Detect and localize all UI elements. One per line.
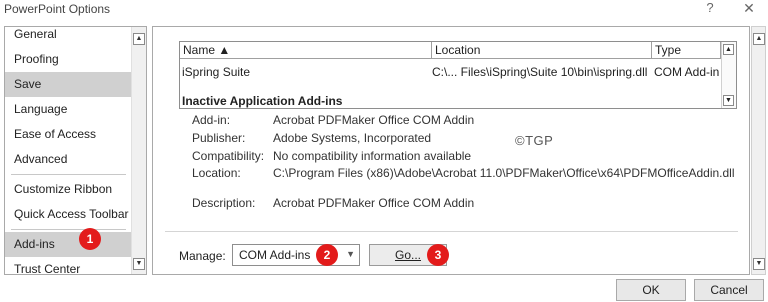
compatibility-label: Compatibility: xyxy=(192,149,265,163)
sidebar-item-trust-center[interactable]: Trust Center xyxy=(5,257,132,274)
scroll-down-icon[interactable]: ▼ xyxy=(753,258,765,270)
publisher-label: Publisher: xyxy=(192,131,246,145)
table-row[interactable]: iSpring Suite C:\... Files\iSpring\Suite… xyxy=(180,63,721,81)
category-sidebar: General Proofing Save Language Ease of A… xyxy=(4,26,147,275)
location-label: Location: xyxy=(192,166,241,180)
sidebar-scrollbar[interactable]: ▲ ▼ xyxy=(131,27,146,274)
step-badge-3: 3 xyxy=(427,244,449,266)
category-list: General Proofing Save Language Ease of A… xyxy=(5,27,132,274)
step-badge-1: 1 xyxy=(79,228,101,250)
addin-name: iSpring Suite xyxy=(182,65,251,79)
sidebar-item-advanced[interactable]: Advanced xyxy=(5,147,132,172)
watermark: ©TGP xyxy=(515,133,554,148)
manage-label: Manage: xyxy=(179,249,226,263)
help-button[interactable]: ? xyxy=(703,0,717,18)
sidebar-divider xyxy=(11,174,126,175)
sidebar-item-general[interactable]: General xyxy=(5,27,132,47)
close-button[interactable]: ✕ xyxy=(741,0,757,18)
description-value: Acrobat PDFMaker Office COM Addin xyxy=(273,196,475,210)
description-label: Description: xyxy=(192,196,256,210)
sidebar-divider xyxy=(11,229,126,230)
column-header-name[interactable]: Name ▲ xyxy=(180,42,432,59)
sidebar-item-customize-ribbon[interactable]: Customize Ribbon xyxy=(5,177,132,202)
manage-dropdown[interactable]: COM Add-ins ▼ xyxy=(232,244,360,266)
scroll-down-icon[interactable]: ▼ xyxy=(133,258,145,270)
scroll-up-icon[interactable]: ▲ xyxy=(723,44,734,55)
column-header-location[interactable]: Location xyxy=(432,42,652,59)
column-header-type[interactable]: Type xyxy=(652,42,721,59)
sidebar-item-language[interactable]: Language xyxy=(5,97,132,122)
section-divider xyxy=(165,231,738,232)
publisher-value: Adobe Systems, Incorporated xyxy=(273,131,432,145)
sidebar-item-proofing[interactable]: Proofing xyxy=(5,47,132,72)
scroll-up-icon[interactable]: ▲ xyxy=(753,33,765,45)
addins-table: Name ▲ Location Type iSpring Suite C:\..… xyxy=(179,41,737,109)
addin-type: COM Add-in xyxy=(654,65,720,79)
manage-selected-value: COM Add-ins xyxy=(239,248,311,262)
step-badge-2: 2 xyxy=(316,244,338,266)
chevron-down-icon[interactable]: ▼ xyxy=(346,249,355,259)
table-scrollbar[interactable]: ▲ ▼ xyxy=(721,42,736,108)
ok-button[interactable]: OK xyxy=(616,279,686,301)
main-scrollbar[interactable]: ▲ ▼ xyxy=(751,26,766,275)
scroll-up-icon[interactable]: ▲ xyxy=(133,33,145,45)
addin-location: C:\... Files\iSpring\Suite 10\bin\isprin… xyxy=(432,65,648,79)
window-title: PowerPoint Options xyxy=(4,2,111,16)
location-value: C:\Program Files (x86)\Adobe\Acrobat 11.… xyxy=(273,166,735,180)
compatibility-value: No compatibility information available xyxy=(273,149,472,163)
sidebar-item-quick-access-toolbar[interactable]: Quick Access Toolbar xyxy=(5,202,132,227)
addin-label: Add-in: xyxy=(192,113,231,127)
scroll-down-icon[interactable]: ▼ xyxy=(723,95,734,106)
addin-value: Acrobat PDFMaker Office COM Addin xyxy=(273,113,475,127)
table-header: Name ▲ Location Type xyxy=(180,42,736,59)
group-header: Inactive Application Add-ins xyxy=(182,94,343,108)
sidebar-item-save[interactable]: Save xyxy=(5,72,132,97)
sidebar-item-ease-of-access[interactable]: Ease of Access xyxy=(5,122,132,147)
sidebar-item-add-ins[interactable]: Add-ins xyxy=(5,232,132,257)
cancel-button[interactable]: Cancel xyxy=(694,279,764,301)
